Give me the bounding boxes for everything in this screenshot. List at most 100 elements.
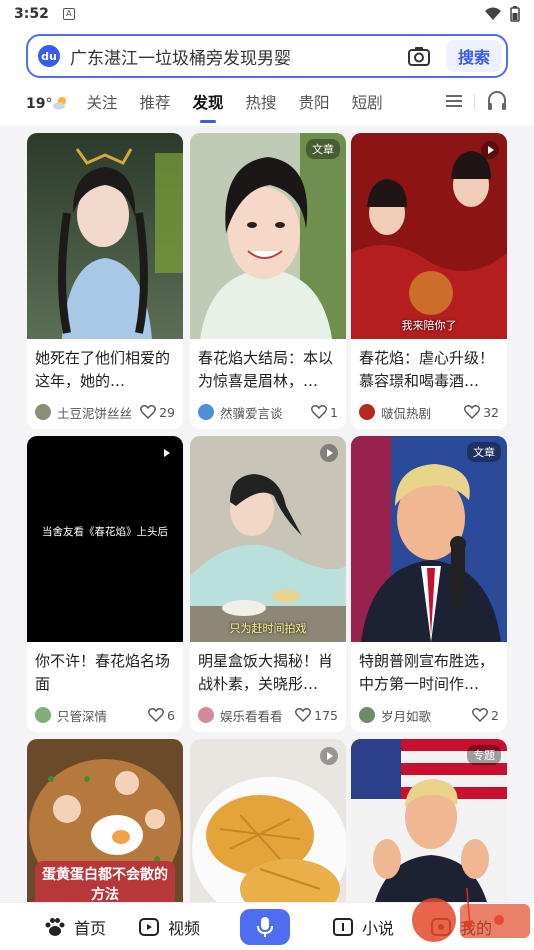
search-button[interactable]: 搜索 <box>445 40 502 72</box>
heart-icon <box>311 405 328 419</box>
feed-grid: 她死在了他们相爱的这年，她的… 土豆泥饼丝丝 29 文章 春花焰大结局：本以为惊… <box>0 126 534 902</box>
feed-card[interactable]: 蛋黄蛋白都不会散的方法 <box>27 739 183 902</box>
tab-short-drama[interactable]: 短剧 <box>352 91 383 117</box>
card-thumbnail: 专题 <box>351 739 507 902</box>
play-icon <box>481 141 499 159</box>
tab-guiyang[interactable]: 贵阳 <box>299 91 330 117</box>
like-count: 29 <box>159 404 175 420</box>
card-type-badge: 文章 <box>306 139 340 159</box>
headphones-icon[interactable] <box>486 88 508 114</box>
camera-icon[interactable] <box>404 41 434 71</box>
card-meta: 娱乐看看看 175 <box>190 698 346 732</box>
card-author: 然骥爱言谈 <box>220 405 283 421</box>
card-overlay-caption: 我来陪你了 <box>401 319 457 332</box>
book-icon <box>333 918 353 936</box>
card-meta: 只管深情 6 <box>27 698 183 732</box>
like-count: 6 <box>167 707 175 723</box>
nav-home-label: 首页 <box>74 919 107 938</box>
like-button[interactable]: 175 <box>295 708 338 723</box>
card-meta: 土豆泥饼丝丝 29 <box>27 395 183 429</box>
card-title: 明星盒饭大揭秘！肖战朴素，关晓彤… <box>198 652 334 693</box>
weather-widget[interactable]: 19 ° <box>26 96 68 112</box>
app-notification-icon: A <box>62 8 75 20</box>
like-button[interactable]: 2 <box>472 708 499 723</box>
tab-discover[interactable]: 发现 <box>193 91 224 123</box>
card-thumbnail: 我来陪你了 <box>351 133 507 339</box>
card-title: 特朗普刚宣布胜选，中方第一时间作… <box>359 652 495 693</box>
card-thumbnail: 只为赶时间拍戏 <box>190 436 346 642</box>
avatar <box>198 707 214 723</box>
card-thumbnail <box>190 739 346 902</box>
top-bar: du 广东湛江一垃圾桶旁发现男婴 搜索 19 ° 关注 推荐 发现 热搜 贵阳 … <box>0 28 534 126</box>
card-title: 你不许！春花焰名场面 <box>35 652 171 693</box>
card-overlay-caption: 只为赶时间拍戏 <box>229 622 307 635</box>
tab-follow[interactable]: 关注 <box>86 91 117 117</box>
weather-temp: 19 <box>26 96 46 112</box>
nav-novel-label: 小说 <box>362 919 395 938</box>
nav-home[interactable]: 首页 <box>44 903 106 950</box>
card-overlay-caption: 蛋黄蛋白都不会散的方法 <box>35 861 175 902</box>
nav-video[interactable]: 视频 <box>138 903 200 950</box>
card-meta: 啵侃热剧 32 <box>351 395 507 429</box>
card-title: 春花焰大结局：本以为惊喜是眉林，… <box>198 349 334 390</box>
card-thumbnail: 文章 <box>351 436 507 642</box>
search-box[interactable]: du 广东湛江一垃圾桶旁发现男婴 搜索 <box>26 34 508 78</box>
heart-icon <box>148 708 165 722</box>
avatar <box>359 707 375 723</box>
feed-card[interactable]: 文章 春花焰大结局：本以为惊喜是眉林，… 然骥爱言谈 1 <box>190 133 346 429</box>
feed-card[interactable]: 专题 <box>351 739 507 902</box>
channel-tabs: 19 ° 关注 推荐 发现 热搜 贵阳 短剧 <box>0 86 534 123</box>
like-count: 175 <box>314 707 338 723</box>
play-icon <box>157 444 175 462</box>
like-button[interactable]: 1 <box>311 405 338 420</box>
play-icon <box>320 747 338 765</box>
nav-novel[interactable]: 小说 <box>332 903 394 950</box>
search-input[interactable]: 广东湛江一垃圾桶旁发现男婴 <box>70 44 404 69</box>
tab-recommend[interactable]: 推荐 <box>140 91 171 117</box>
watermark-logo <box>412 888 530 942</box>
like-count: 2 <box>491 707 499 723</box>
avatar <box>35 404 51 420</box>
card-author: 岁月如歌 <box>381 708 432 724</box>
paw-icon <box>45 918 65 936</box>
voice-search-button[interactable] <box>240 909 290 945</box>
card-thumbnail <box>27 133 183 339</box>
card-title: 春花焰：虐心升级！慕容璟和喝毒酒… <box>359 349 495 390</box>
card-overlay-caption: 当舍友看《春花焰》上头后 <box>42 526 168 538</box>
avatar <box>359 404 375 420</box>
card-author: 土豆泥饼丝丝 <box>57 405 133 421</box>
feed-card[interactable]: 只为赶时间拍戏 明星盒饭大揭秘！肖战朴素，关晓彤… 娱乐看看看 175 <box>190 436 346 732</box>
like-count: 1 <box>330 404 338 420</box>
feed-card[interactable]: 文章 特朗普刚宣布胜选，中方第一时间作… 岁月如歌 2 <box>351 436 507 732</box>
microphone-icon <box>257 917 273 937</box>
heart-icon <box>295 708 312 722</box>
like-button[interactable]: 32 <box>464 405 499 420</box>
wifi-icon <box>485 7 501 20</box>
card-thumbnail: 蛋黄蛋白都不会散的方法 <box>27 739 183 902</box>
feed-card[interactable]: 她死在了他们相爱的这年，她的… 土豆泥饼丝丝 29 <box>27 133 183 429</box>
tab-divider <box>474 94 475 110</box>
card-thumbnail: 文章 <box>190 133 346 339</box>
partly-cloudy-icon <box>53 97 67 110</box>
feed-card[interactable] <box>190 739 346 902</box>
card-author: 啵侃热剧 <box>381 405 432 421</box>
card-type-badge: 专题 <box>467 745 501 765</box>
baidu-logo-icon: du <box>38 45 60 67</box>
card-title: 她死在了他们相爱的这年，她的… <box>35 349 171 390</box>
feed-card[interactable]: 我来陪你了 春花焰：虐心升级！慕容璟和喝毒酒… 啵侃热剧 32 <box>351 133 507 429</box>
like-button[interactable]: 6 <box>148 708 175 723</box>
like-count: 32 <box>483 404 499 420</box>
card-author: 娱乐看看看 <box>220 708 283 724</box>
status-icons <box>484 6 520 22</box>
feed-card[interactable]: 当舍友看《春花焰》上头后 你不许！春花焰名场面 只管深情 6 <box>27 436 183 732</box>
video-icon <box>139 918 159 936</box>
tab-hot[interactable]: 热搜 <box>246 91 277 117</box>
heart-icon <box>140 405 157 419</box>
menu-icon[interactable] <box>444 88 464 114</box>
play-icon <box>320 444 338 462</box>
card-meta: 岁月如歌 2 <box>351 698 507 732</box>
avatar <box>198 404 214 420</box>
heart-icon <box>472 708 489 722</box>
like-button[interactable]: 29 <box>140 405 175 420</box>
card-type-badge: 文章 <box>467 442 501 462</box>
